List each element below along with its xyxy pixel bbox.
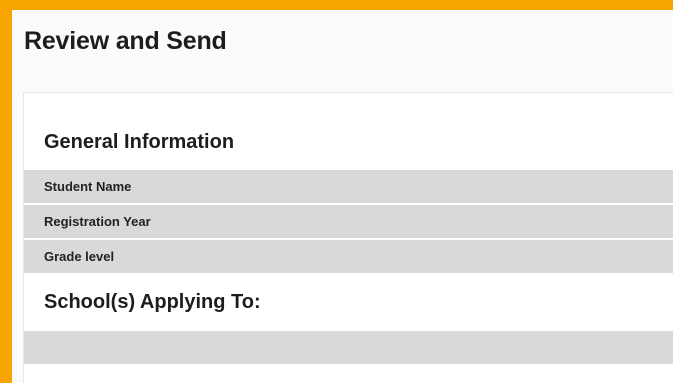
page-title: Review and Send — [24, 27, 227, 55]
registration-year-row: Registration Year — [24, 205, 673, 238]
general-information-heading: General Information — [44, 131, 235, 153]
grade-level-row: Grade level — [24, 240, 673, 273]
review-page: Review and Send General Information Stud… — [12, 10, 673, 383]
review-card: General Information Student Name Registr… — [23, 92, 673, 383]
school-list-row — [24, 331, 673, 364]
student-name-row: Student Name — [24, 170, 673, 203]
schools-applying-heading: School(s) Applying To: — [44, 291, 261, 313]
